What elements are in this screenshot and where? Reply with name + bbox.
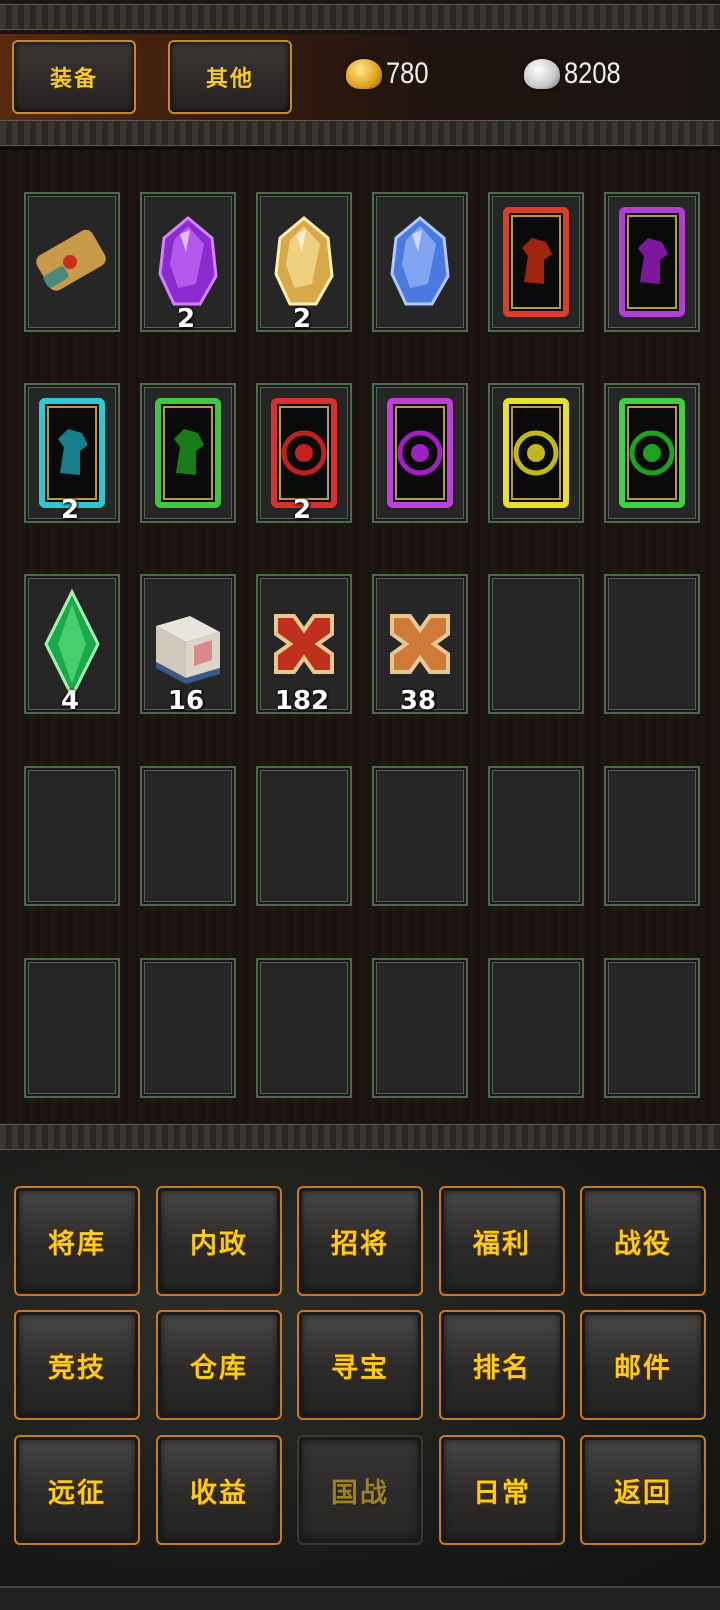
inventory-slot[interactable] bbox=[488, 192, 584, 332]
footer-band bbox=[0, 1586, 720, 1610]
empty-inventory-slot[interactable] bbox=[488, 574, 584, 714]
empty-inventory-slot[interactable] bbox=[140, 766, 236, 906]
inventory-slot[interactable] bbox=[604, 383, 700, 523]
empty-inventory-slot[interactable] bbox=[140, 958, 236, 1098]
gold-ingot-icon bbox=[346, 59, 382, 89]
inventory-slot[interactable] bbox=[372, 192, 468, 332]
book-item-icon bbox=[150, 586, 226, 702]
orange-cross-token-item-icon bbox=[382, 586, 458, 702]
red-horse-card-item-icon bbox=[498, 204, 574, 320]
item-count: 2 bbox=[292, 495, 312, 525]
cyan-horse-card-item-icon bbox=[34, 395, 110, 511]
empty-inventory-slot[interactable] bbox=[256, 766, 352, 906]
gold-crystal-item-icon bbox=[266, 204, 342, 320]
back-button[interactable]: 返回 bbox=[580, 1435, 706, 1545]
item-count: 2 bbox=[176, 304, 196, 334]
red-cross-token-item-icon bbox=[266, 586, 342, 702]
blue-crystal-item-icon bbox=[382, 204, 458, 320]
daily-button[interactable]: 日常 bbox=[439, 1435, 565, 1545]
inventory-panel: 2 2 2 2 4 16 182 38 bbox=[0, 150, 720, 1124]
silver-ingot-icon bbox=[524, 59, 560, 89]
item-count: 4 bbox=[60, 686, 80, 716]
yellow-seal-card-item-icon bbox=[498, 395, 574, 511]
purple-seal-card-item-icon bbox=[382, 395, 458, 511]
warehouse-button[interactable]: 仓库 bbox=[156, 1310, 282, 1420]
gold-amount: 780 bbox=[386, 57, 429, 90]
tab-other[interactable]: 其他 bbox=[168, 40, 292, 114]
ranking-button[interactable]: 排名 bbox=[439, 1310, 565, 1420]
item-count: 182 bbox=[274, 686, 330, 716]
empty-inventory-slot[interactable] bbox=[604, 574, 700, 714]
empty-inventory-slot[interactable] bbox=[256, 958, 352, 1098]
green-seal-card-item-icon bbox=[614, 395, 690, 511]
item-count: 38 bbox=[399, 686, 437, 716]
item-count: 2 bbox=[292, 304, 312, 334]
main-menu: 将库 内政 招将 福利 战役竞技 仓库 寻宝 排名 邮件远征 收益 国战 日常 返回 bbox=[0, 1150, 720, 1586]
expedition-button[interactable]: 远征 bbox=[14, 1435, 140, 1545]
domestic-button[interactable]: 内政 bbox=[156, 1186, 282, 1296]
empty-inventory-slot[interactable] bbox=[372, 958, 468, 1098]
item-count: 2 bbox=[60, 495, 80, 525]
top-bar: 装备 其他 780 8208 bbox=[0, 0, 720, 148]
item-count: 16 bbox=[167, 686, 205, 716]
empty-inventory-slot[interactable] bbox=[604, 766, 700, 906]
top-decor-band bbox=[0, 4, 720, 30]
generals-button[interactable]: 将库 bbox=[14, 1186, 140, 1296]
tab-row: 装备 其他 780 8208 bbox=[0, 34, 720, 122]
empty-inventory-slot[interactable] bbox=[372, 766, 468, 906]
silver-amount: 8208 bbox=[564, 57, 621, 90]
gold-currency: 780 bbox=[346, 52, 436, 96]
empty-inventory-slot[interactable] bbox=[24, 766, 120, 906]
silver-currency: 8208 bbox=[524, 52, 631, 96]
national-war-button[interactable]: 国战 bbox=[297, 1435, 423, 1545]
scroll-item-icon bbox=[34, 204, 110, 320]
empty-inventory-slot[interactable] bbox=[24, 958, 120, 1098]
recruit-button[interactable]: 招将 bbox=[297, 1186, 423, 1296]
empty-inventory-slot[interactable] bbox=[604, 958, 700, 1098]
red-seal-card-item-icon bbox=[266, 395, 342, 511]
mail-button[interactable]: 邮件 bbox=[580, 1310, 706, 1420]
tab-decor-band bbox=[0, 120, 720, 146]
income-button[interactable]: 收益 bbox=[156, 1435, 282, 1545]
welfare-button[interactable]: 福利 bbox=[439, 1186, 565, 1296]
inventory-slot[interactable] bbox=[604, 192, 700, 332]
purple-crystal-item-icon bbox=[150, 204, 226, 320]
inventory-slot[interactable] bbox=[24, 192, 120, 332]
purple-horse-card-item-icon bbox=[614, 204, 690, 320]
campaign-button[interactable]: 战役 bbox=[580, 1186, 706, 1296]
mid-decor-band bbox=[0, 1124, 720, 1150]
empty-inventory-slot[interactable] bbox=[488, 958, 584, 1098]
treasure-hunt-button[interactable]: 寻宝 bbox=[297, 1310, 423, 1420]
inventory-slot[interactable] bbox=[140, 383, 236, 523]
empty-inventory-slot[interactable] bbox=[488, 766, 584, 906]
green-horse-card-item-icon bbox=[150, 395, 226, 511]
inventory-slot[interactable] bbox=[488, 383, 584, 523]
green-gem-item-icon bbox=[34, 586, 110, 702]
inventory-slot[interactable] bbox=[372, 383, 468, 523]
tab-equipment[interactable]: 装备 bbox=[12, 40, 136, 114]
arena-button[interactable]: 竞技 bbox=[14, 1310, 140, 1420]
